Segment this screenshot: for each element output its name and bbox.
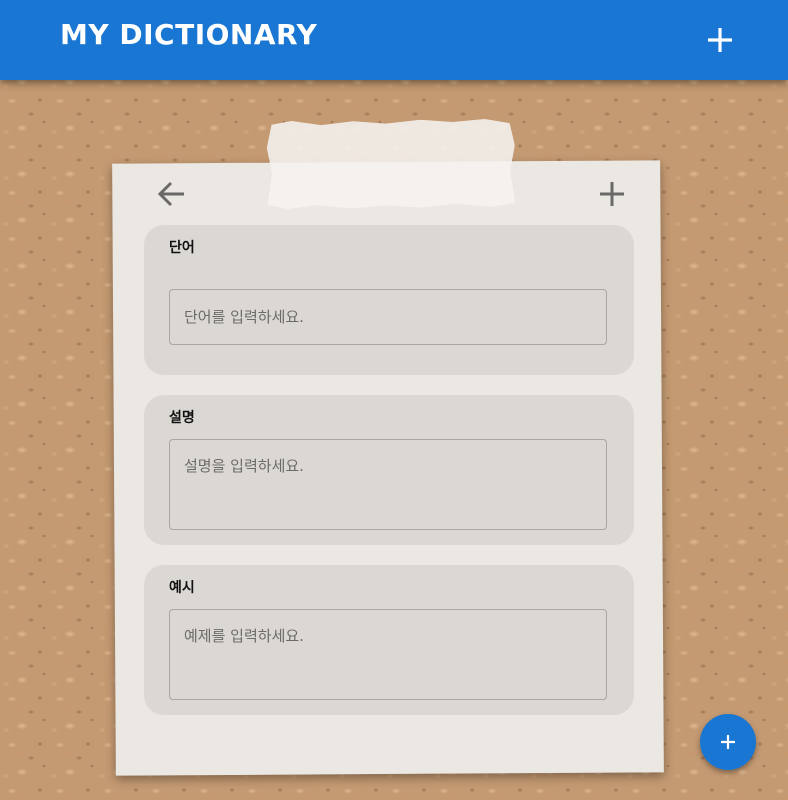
example-input[interactable] [169,609,607,700]
app-bar: MY DICTIONARY [0,0,788,80]
word-card: 단어 [144,225,634,375]
fab-add-button[interactable] [700,714,756,770]
plus-icon [600,182,624,206]
description-card: 설명 [144,395,634,545]
header-add-button[interactable] [700,20,740,60]
note-add-button[interactable] [594,176,630,212]
example-card: 예시 [144,565,634,715]
tape-strip [267,119,516,210]
plus-icon [708,28,732,52]
plus-icon [721,735,735,749]
arrow-left-icon [157,181,184,207]
word-input[interactable] [169,289,607,345]
back-button[interactable] [154,176,190,212]
app-title: MY DICTIONARY [60,18,318,51]
description-input[interactable] [169,439,607,530]
example-label: 예시 [169,580,195,596]
description-label: 설명 [169,410,195,426]
word-label: 단어 [169,240,195,256]
